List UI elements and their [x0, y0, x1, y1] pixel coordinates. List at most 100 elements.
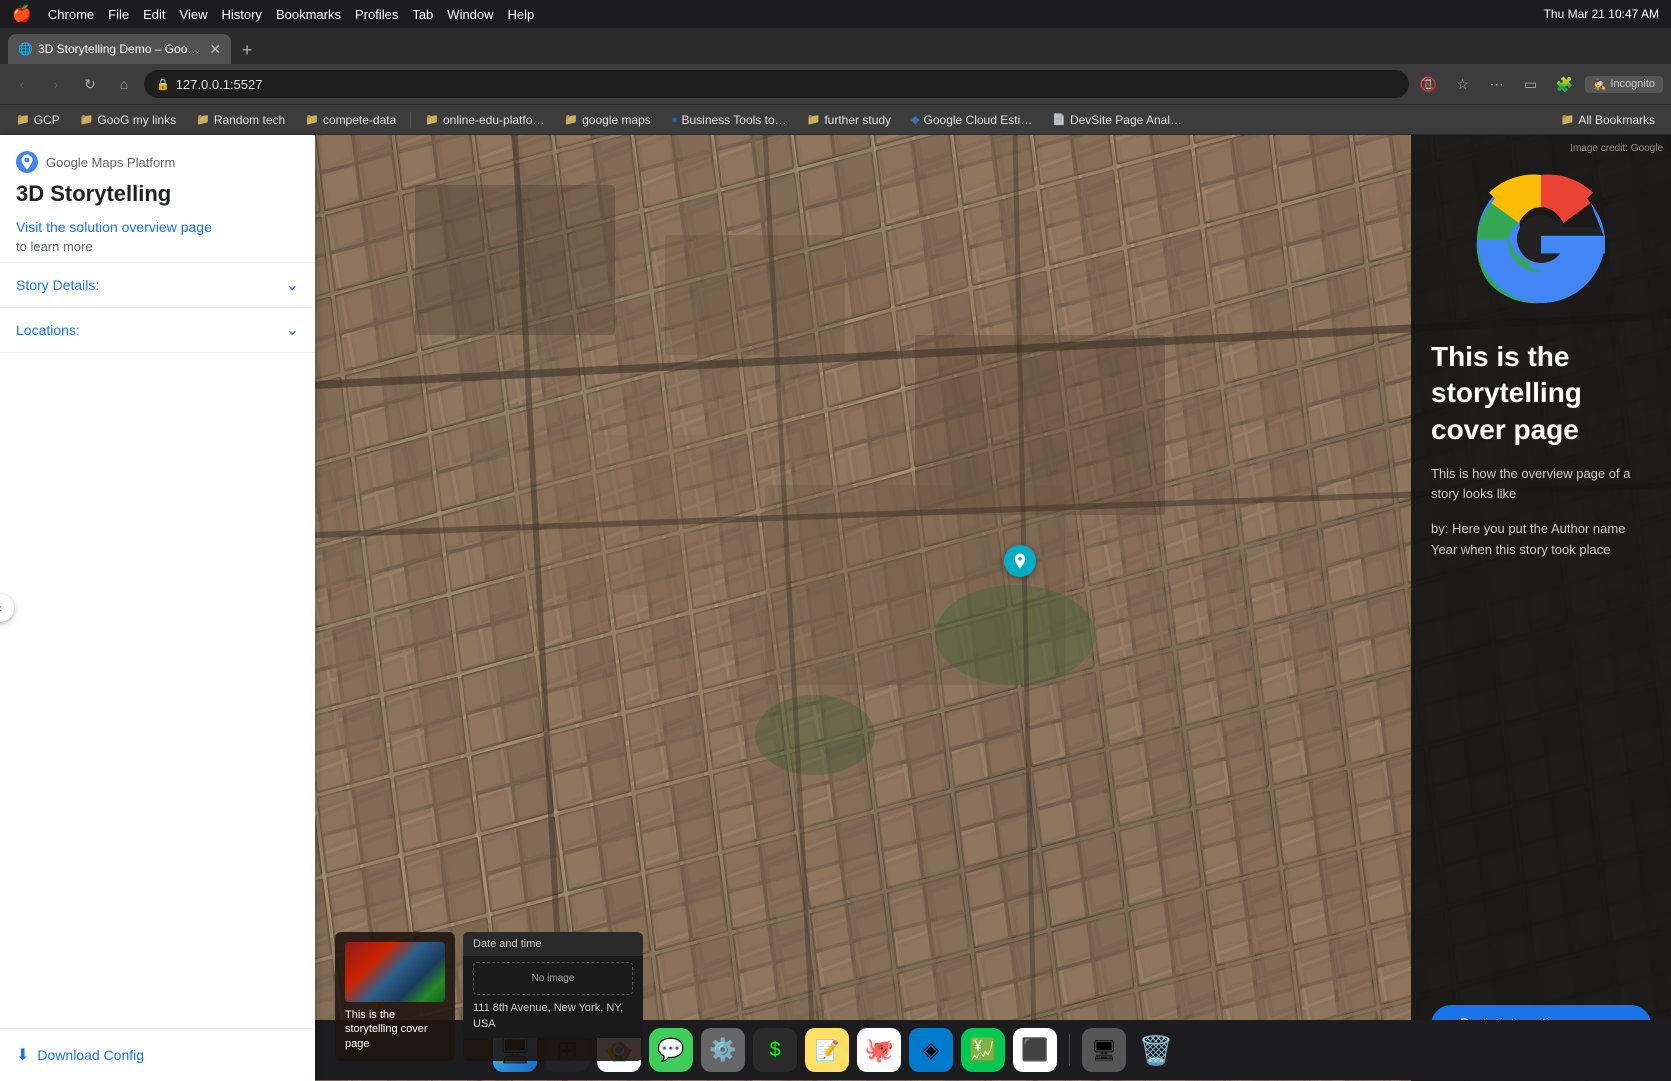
browser-tab-active[interactable]: 🌐 3D Storytelling Demo – Goo… ✕: [8, 34, 231, 64]
thumbnail-no-image: No image: [473, 962, 633, 995]
bookmark-label: DevSite Page Anal…: [1070, 113, 1182, 127]
thumbnail-address: 111 8th Avenue, New York, NY, USA: [473, 1001, 633, 1032]
bookmark-label: GCP: [34, 113, 60, 127]
menu-bookmarks[interactable]: Bookmarks: [276, 7, 341, 22]
bookmark-further-study[interactable]: 📁 further study: [799, 110, 899, 130]
bookmark-goog-mylinks[interactable]: 📁 GooG my links: [72, 110, 184, 130]
story-details-section: Story Details: ⌄: [0, 263, 315, 308]
menu-profiles[interactable]: Profiles: [355, 7, 398, 22]
more-icon[interactable]: ⋯: [1483, 70, 1511, 98]
menu-window[interactable]: Window: [447, 7, 493, 22]
screen-app-icon: 🖥: [1091, 1038, 1116, 1063]
taskbar-system-prefs[interactable]: ⚙️: [701, 1028, 745, 1072]
menu-help[interactable]: Help: [508, 7, 535, 22]
story-details-header[interactable]: Story Details: ⌄: [16, 275, 299, 295]
tab-title: 3D Storytelling Demo – Goo…: [38, 42, 199, 56]
bookmark-random-tech[interactable]: 📁 Random tech: [188, 110, 293, 130]
apple-menu[interactable]: 🍎: [12, 4, 32, 24]
address-bar[interactable]: 🔒 127.0.0.1:5527: [144, 70, 1409, 98]
sidebar-toggle[interactable]: ▭: [1517, 70, 1545, 98]
taskbar-trash[interactable]: 🗑️: [1134, 1028, 1178, 1072]
location-pin[interactable]: [1004, 545, 1036, 577]
forward-button[interactable]: ›: [42, 70, 70, 98]
bookmark-online-edu[interactable]: 📁 online-edu-platfo…: [417, 110, 552, 130]
bookmark-label: further study: [824, 113, 891, 127]
menu-history[interactable]: History: [221, 7, 261, 22]
star-icon[interactable]: ☆: [1449, 70, 1477, 98]
taskbar-terminal[interactable]: $: [753, 1028, 797, 1072]
locations-header[interactable]: Locations: ⌄: [16, 320, 299, 340]
home-button[interactable]: ⌂: [110, 70, 138, 98]
menu-view[interactable]: View: [180, 7, 208, 22]
bookmark-separator: [410, 112, 411, 128]
tab-bar: 🌐 3D Storytelling Demo – Goo… ✕ +: [0, 28, 1671, 64]
address-bar-row: ‹ › ↻ ⌂ 🔒 127.0.0.1:5527 📵 ☆ ⋯ ▭ 🧩 🕵️ In…: [0, 64, 1671, 104]
taskbar-messages[interactable]: 💬: [649, 1028, 693, 1072]
map-area[interactable]: Image credit: Google: [315, 135, 1671, 1081]
left-sidebar: Google Maps Platform 3D Storytelling Vis…: [0, 135, 315, 1081]
menu-file[interactable]: File: [108, 7, 129, 22]
menu-edit[interactable]: Edit: [143, 7, 165, 22]
gmp-logo-text: Google Maps Platform: [46, 155, 175, 170]
learn-more-text: to learn more: [16, 239, 299, 254]
bookmark-label: Random tech: [214, 113, 285, 127]
bookmark-label: All Bookmarks: [1578, 113, 1655, 127]
solution-overview-link[interactable]: Visit the solution overview page: [16, 219, 212, 235]
taskbar-screen-app[interactable]: 🖥: [1082, 1028, 1126, 1072]
sidebar-footer: ⬇ Download Config: [0, 1028, 315, 1081]
bookmark-folder-icon: 📁: [80, 113, 94, 126]
reload-button[interactable]: ↻: [76, 70, 104, 98]
back-button[interactable]: ‹: [8, 70, 36, 98]
story-details-chevron: ⌄: [286, 275, 299, 295]
main-content: Google Maps Platform 3D Storytelling Vis…: [0, 135, 1671, 1081]
vscode-icon: ◈: [923, 1037, 940, 1063]
sidebar-collapse-toggle[interactable]: ‹: [0, 594, 14, 622]
menu-chrome[interactable]: Chrome: [48, 7, 94, 22]
menu-tab[interactable]: Tab: [412, 7, 433, 22]
story-card-description: This is how the overview page of a story…: [1431, 464, 1651, 503]
download-config-button[interactable]: ⬇ Download Config: [16, 1045, 144, 1065]
thumbnail-location-card[interactable]: Date and time No image 111 8th Avenue, N…: [463, 932, 643, 1061]
sidebar-header: Google Maps Platform 3D Storytelling Vis…: [0, 135, 315, 263]
bookmark-all-bookmarks[interactable]: 📁 All Bookmarks: [1553, 110, 1663, 130]
green-app-icon: 💹: [969, 1037, 996, 1063]
thumbnail-cover-image: [345, 942, 445, 1002]
thumbnail-cover-text: This is the storytelling cover page: [345, 1008, 445, 1051]
bookmarks-bar: 📁 GCP 📁 GooG my links 📁 Random tech 📁 co…: [0, 104, 1671, 134]
bookmark-google-cloud[interactable]: ◆ Google Cloud Esti…: [903, 110, 1040, 130]
bookmark-business-tools[interactable]: ● Business Tools to…: [663, 110, 795, 130]
download-icon: ⬇: [16, 1045, 29, 1065]
bookmark-cloud-icon: ◆: [911, 113, 919, 126]
google-g-logo: [1461, 159, 1621, 319]
taskbar-notes[interactable]: 📝: [805, 1028, 849, 1072]
extensions-icon[interactable]: 🧩: [1551, 70, 1579, 98]
bookmark-gcp[interactable]: 📁 GCP: [8, 110, 68, 130]
thumbnail-location-body: No image 111 8th Avenue, New York, NY, U…: [463, 956, 643, 1038]
taskbar-green-app[interactable]: 💹: [961, 1028, 1005, 1072]
taskbar-vscode[interactable]: ◈: [909, 1028, 953, 1072]
locations-label: Locations:: [16, 322, 80, 338]
notes-icon: 📝: [815, 1038, 840, 1063]
bookmark-google-maps[interactable]: 📁 google maps: [556, 110, 658, 130]
bookmark-label: Google Cloud Esti…: [924, 113, 1033, 127]
bookmark-devsite[interactable]: 📄 DevSite Page Anal…: [1044, 110, 1190, 130]
qr-app-icon: ⬛: [1021, 1037, 1048, 1063]
taskbar-qr-app[interactable]: ⬛: [1013, 1028, 1057, 1072]
bookmark-label: google maps: [582, 113, 651, 127]
new-tab-button[interactable]: +: [233, 36, 261, 64]
system-prefs-icon: ⚙️: [709, 1037, 736, 1063]
bookmark-label: compete-data: [323, 113, 396, 127]
bookmark-label: online-edu-platfo…: [443, 113, 544, 127]
incognito-badge: 🕵️ Incognito: [1585, 76, 1663, 93]
incognito-icon: 🕵️: [1593, 78, 1607, 91]
sidebar-title: 3D Storytelling: [16, 181, 299, 207]
menu-items: Chrome File Edit View History Bookmarks …: [48, 7, 534, 22]
tab-close-button[interactable]: ✕: [209, 41, 221, 58]
thumbnail-cover-card[interactable]: This is the storytelling cover page: [335, 932, 455, 1061]
story-details-label: Story Details:: [16, 277, 99, 293]
bookmark-compete-data[interactable]: 📁 compete-data: [297, 110, 404, 130]
menubar-clock: Thu Mar 21 10:47 AM: [1544, 7, 1659, 21]
taskbar-github[interactable]: 🐙: [857, 1028, 901, 1072]
trash-icon: 🗑️: [1139, 1034, 1174, 1067]
bookmark-folder-icon: 📁: [1561, 113, 1575, 126]
